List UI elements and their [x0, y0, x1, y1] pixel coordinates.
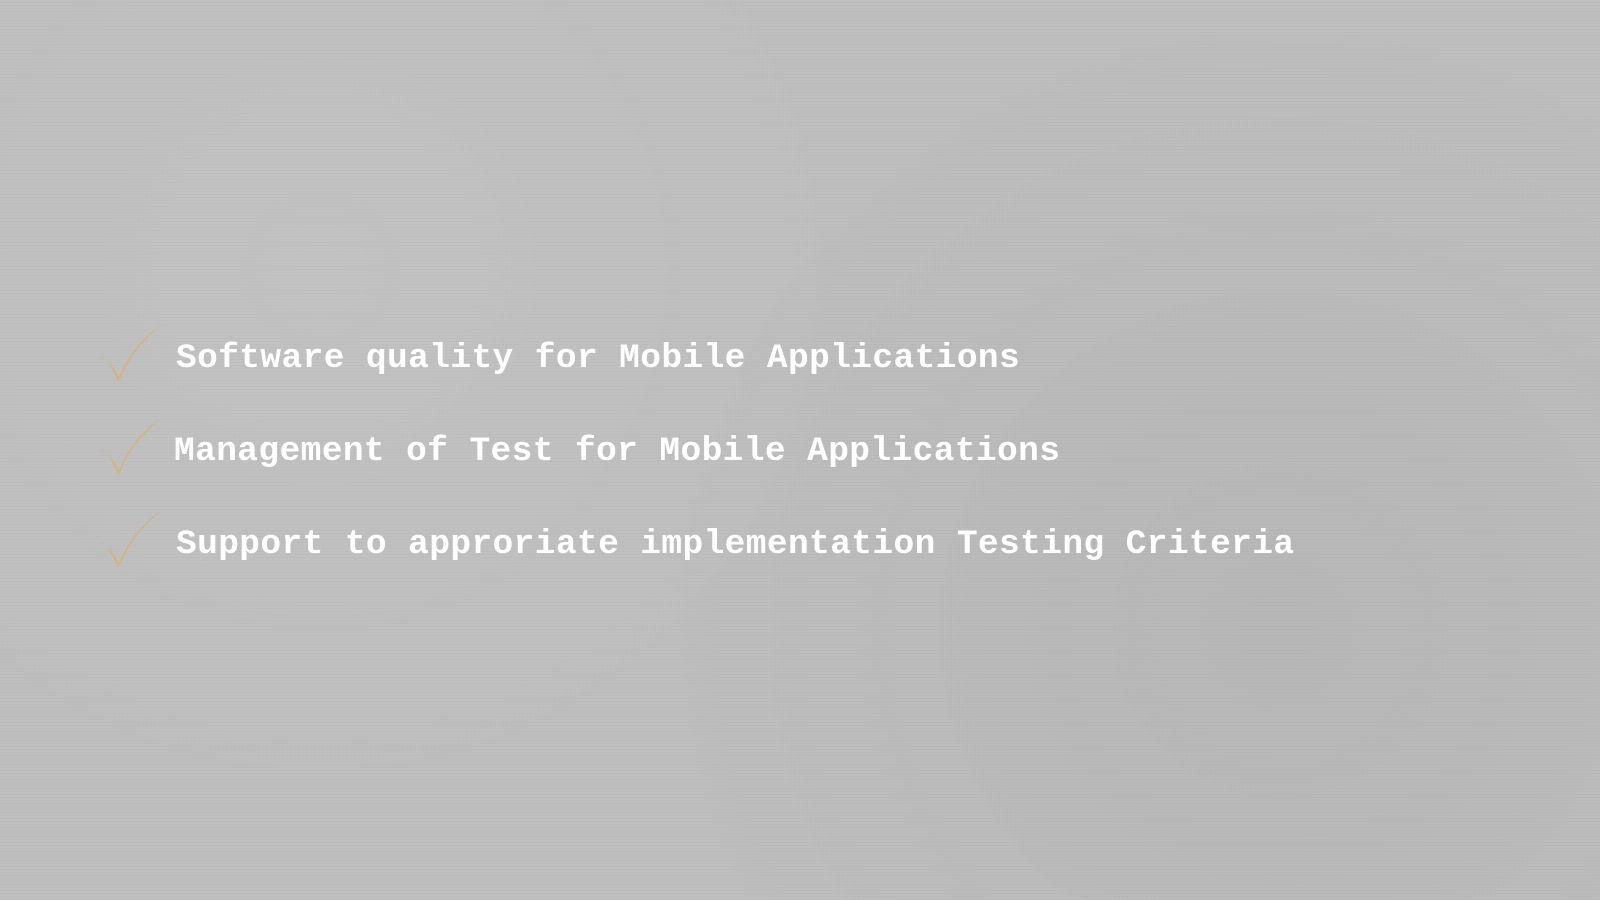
checkmark-icon	[96, 322, 168, 388]
bullet-text: Support to approriate implementation Tes…	[176, 525, 1295, 564]
bullet-text: Software quality for Mobile Applications	[176, 339, 1021, 378]
checkmark-icon	[96, 508, 168, 574]
bullet-text: Management of Test for Mobile Applicatio…	[174, 432, 1061, 471]
checkmark-icon	[96, 415, 168, 481]
slide: Software quality for Mobile Applications…	[0, 0, 1600, 900]
